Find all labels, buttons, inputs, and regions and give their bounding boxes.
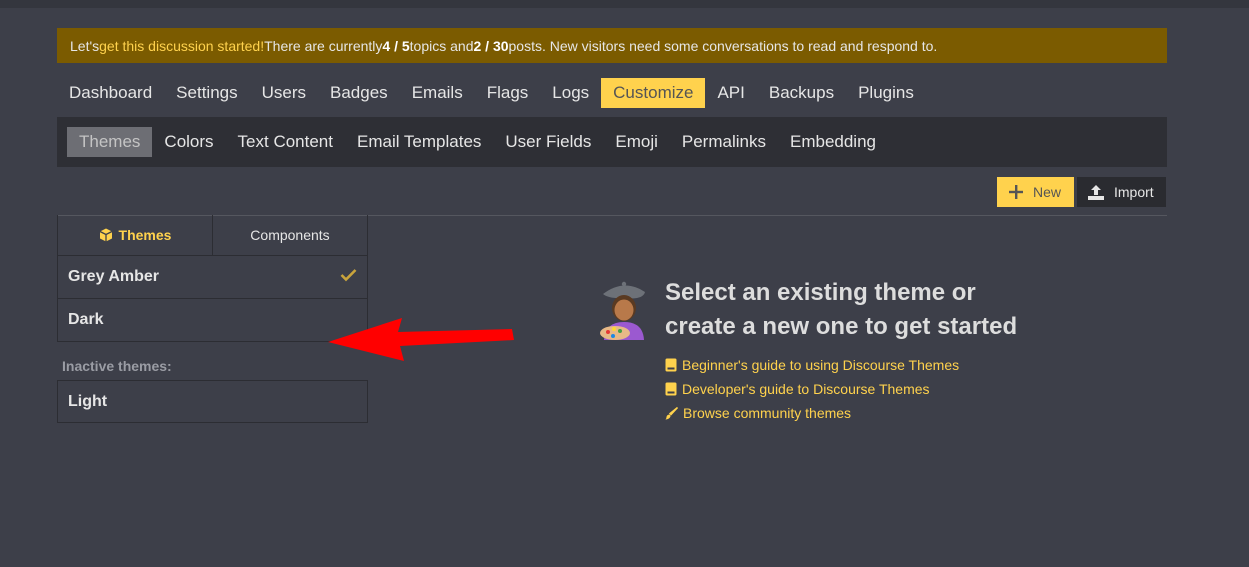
upload-icon <box>1088 184 1104 200</box>
subnav-email-templates[interactable]: Email Templates <box>345 127 493 157</box>
banner-text-pre: Let's <box>70 37 100 54</box>
tab-components-label: Components <box>250 227 330 243</box>
theme-name: Light <box>68 392 108 410</box>
theme-item-grey-amber[interactable]: Grey Amber <box>57 256 368 299</box>
browse-community-themes-link[interactable]: Browse community themes <box>665 401 959 425</box>
admin-main-nav: Dashboard Settings Users Badges Emails F… <box>57 78 926 108</box>
tab-components[interactable]: Components <box>213 215 367 255</box>
book-icon <box>665 382 677 396</box>
paintbrush-icon <box>665 406 678 420</box>
theme-name: Grey Amber <box>68 268 159 285</box>
tab-themes[interactable]: Themes <box>58 215 213 255</box>
banner-start-discussion-link[interactable]: get this discussion started! <box>99 38 264 54</box>
banner-text-post: posts. New visitors need some conversati… <box>508 37 938 54</box>
subnav-themes[interactable]: Themes <box>67 127 153 157</box>
book-icon <box>665 358 677 372</box>
check-icon <box>340 268 357 282</box>
plus-icon <box>1009 185 1023 199</box>
annotation-arrow <box>320 312 520 372</box>
theme-item-light[interactable]: Light <box>57 380 368 423</box>
beginners-guide-label: Beginner's guide to using Discourse Them… <box>682 357 960 373</box>
inactive-themes-label: Inactive themes: <box>62 358 172 374</box>
theme-type-tabs: Themes Components <box>57 215 368 256</box>
nav-customize[interactable]: Customize <box>601 78 706 108</box>
beginners-guide-link[interactable]: Beginner's guide to using Discourse Them… <box>665 353 959 377</box>
guide-links: Beginner's guide to using Discourse Them… <box>665 353 959 425</box>
notice-banner: Let's get this discussion started! There… <box>57 28 1167 63</box>
subnav-embedding[interactable]: Embedding <box>778 127 888 157</box>
welcome-title: Select an existing theme or create a new… <box>665 276 1085 344</box>
nav-backups[interactable]: Backups <box>757 78 846 108</box>
developers-guide-label: Developer's guide to Discourse Themes <box>682 381 930 397</box>
welcome-title-line-1: Select an existing theme or <box>665 279 976 306</box>
nav-users[interactable]: Users <box>250 78 318 108</box>
welcome-title-line-2: create a new one to get started <box>665 313 1018 340</box>
customize-sub-nav: Themes Colors Text Content Email Templat… <box>57 117 1167 167</box>
nav-logs[interactable]: Logs <box>540 78 601 108</box>
banner-text-mid1: There are currently <box>264 37 383 54</box>
nav-badges[interactable]: Badges <box>318 78 400 108</box>
subnav-text-content[interactable]: Text Content <box>226 127 345 157</box>
theme-name: Dark <box>68 311 104 328</box>
banner-posts-count: 2 / 30 <box>473 37 509 54</box>
subnav-permalinks[interactable]: Permalinks <box>670 127 778 157</box>
nav-plugins[interactable]: Plugins <box>846 78 926 108</box>
top-strip <box>0 0 1249 8</box>
nav-flags[interactable]: Flags <box>475 78 541 108</box>
new-theme-button[interactable]: New <box>997 177 1074 207</box>
nav-settings[interactable]: Settings <box>164 78 249 108</box>
import-theme-label: Import <box>1114 184 1154 200</box>
tab-themes-label: Themes <box>118 227 172 243</box>
nav-api[interactable]: API <box>705 78 756 108</box>
subnav-emoji[interactable]: Emoji <box>603 127 670 157</box>
banner-text-mid2: topics and <box>409 37 474 54</box>
import-theme-button[interactable]: Import <box>1077 177 1166 207</box>
nav-emails[interactable]: Emails <box>400 78 475 108</box>
subnav-user-fields[interactable]: User Fields <box>493 127 603 157</box>
browse-community-themes-label: Browse community themes <box>683 405 852 421</box>
cube-icon <box>99 228 113 242</box>
nav-dashboard[interactable]: Dashboard <box>57 78 164 108</box>
subnav-colors[interactable]: Colors <box>152 127 225 157</box>
developers-guide-link[interactable]: Developer's guide to Discourse Themes <box>665 377 959 401</box>
banner-topics-count: 4 / 5 <box>382 37 410 54</box>
artist-emoji-icon <box>595 280 653 345</box>
new-theme-label: New <box>1033 184 1062 200</box>
